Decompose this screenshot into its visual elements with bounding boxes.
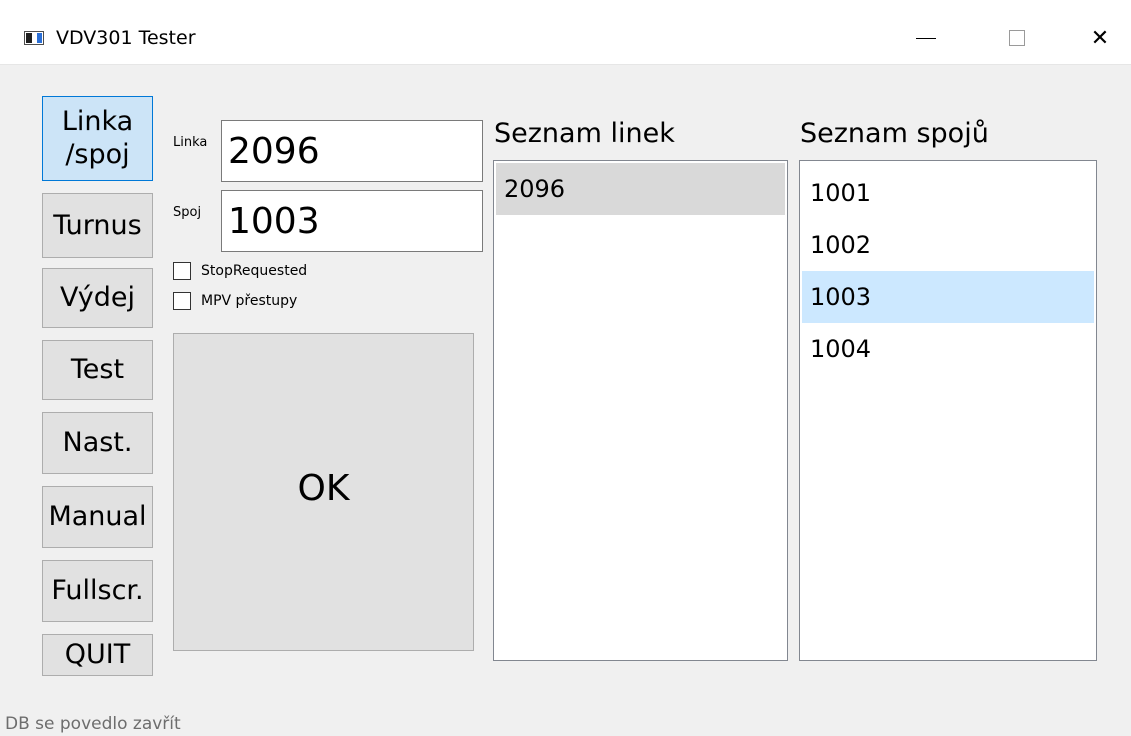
window-title: VDV301 Tester bbox=[56, 27, 196, 49]
ok-button[interactable]: OK bbox=[173, 333, 474, 651]
sidebar-item-manual[interactable]: Manual bbox=[42, 486, 153, 548]
sidebar-item-fullscreen[interactable]: Fullscr. bbox=[42, 560, 153, 622]
title-bar: VDV301 Tester ✕ bbox=[0, 0, 1131, 65]
mpv-label: MPV přestupy bbox=[201, 293, 298, 309]
lines-list[interactable]: 2096 bbox=[493, 160, 788, 661]
quit-button[interactable]: QUIT bbox=[42, 634, 153, 676]
close-button[interactable]: ✕ bbox=[1080, 20, 1120, 56]
trips-list-item[interactable]: 1004 bbox=[802, 323, 1094, 375]
close-icon: ✕ bbox=[1090, 25, 1110, 51]
trips-list-title: Seznam spojů bbox=[800, 118, 989, 149]
mpv-checkbox[interactable] bbox=[173, 292, 191, 310]
sidebar-item-nast[interactable]: Nast. bbox=[42, 412, 153, 474]
maximize-button[interactable] bbox=[997, 20, 1037, 56]
linka-input[interactable] bbox=[221, 120, 483, 182]
trips-list-item[interactable]: 1002 bbox=[802, 219, 1094, 271]
sidebar-item-linka-spoj[interactable]: Linka /spoj bbox=[42, 96, 153, 181]
status-text: DB se povedlo zavřít bbox=[5, 714, 181, 734]
linka-label: Linka bbox=[173, 135, 208, 150]
minimize-button[interactable] bbox=[906, 20, 946, 56]
sidebar-item-vydej[interactable]: Výdej bbox=[42, 268, 153, 328]
mpv-row[interactable]: MPV přestupy bbox=[173, 292, 297, 310]
stop-requested-checkbox[interactable] bbox=[173, 262, 191, 280]
spoj-input[interactable] bbox=[221, 190, 483, 252]
trips-list-item-selected[interactable]: 1003 bbox=[802, 271, 1094, 323]
lines-list-title: Seznam linek bbox=[494, 118, 675, 149]
app-icon bbox=[24, 31, 44, 45]
trips-list-item[interactable]: 1001 bbox=[802, 167, 1094, 219]
stop-requested-label: StopRequested bbox=[201, 263, 308, 279]
trips-list[interactable]: 1001 1002 1003 1004 bbox=[799, 160, 1097, 661]
spoj-label: Spoj bbox=[173, 205, 202, 220]
lines-list-item[interactable]: 2096 bbox=[496, 163, 785, 215]
minimize-icon bbox=[916, 37, 936, 39]
stop-requested-row[interactable]: StopRequested bbox=[173, 262, 307, 280]
maximize-icon bbox=[1009, 30, 1025, 46]
sidebar-item-test[interactable]: Test bbox=[42, 340, 153, 400]
sidebar-item-turnus[interactable]: Turnus bbox=[42, 193, 153, 258]
